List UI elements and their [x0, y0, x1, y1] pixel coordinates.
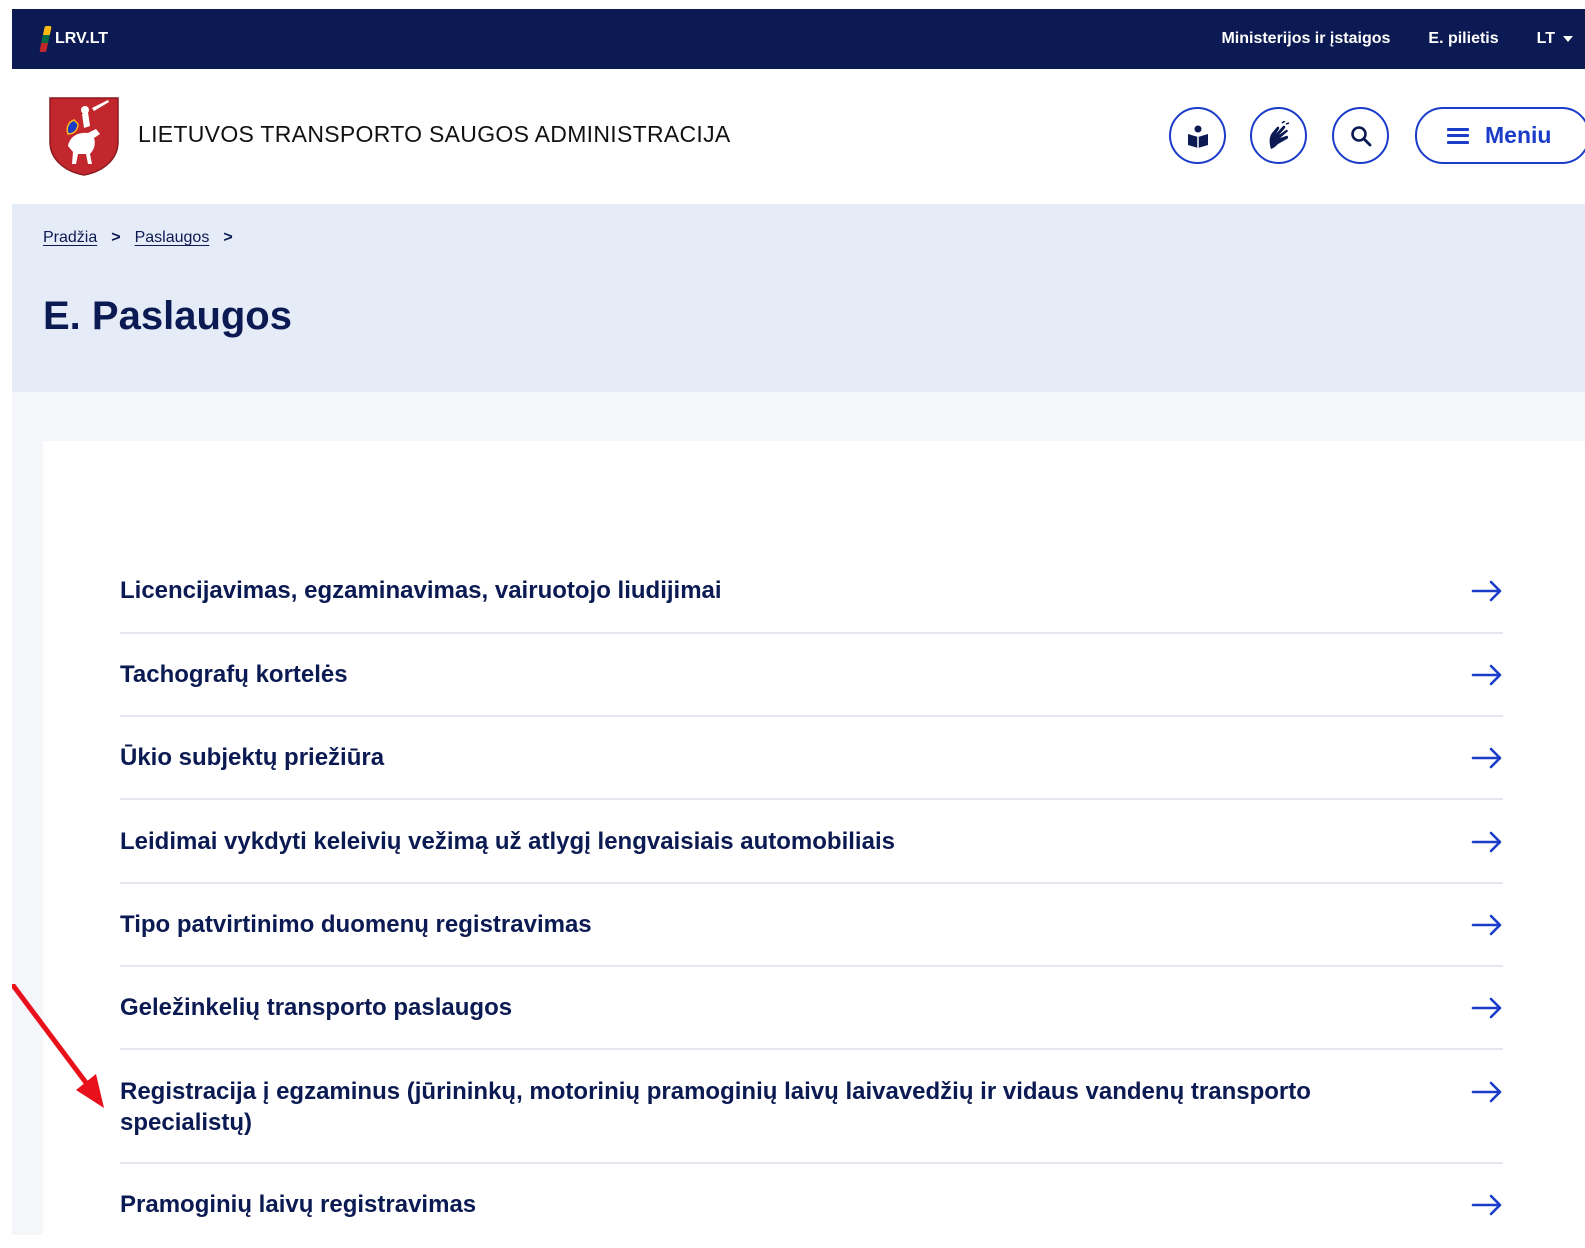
easy-read-icon — [1187, 125, 1208, 148]
list-item-label: Leidimai vykdyti keleivių vežimą už atly… — [120, 828, 895, 855]
list-item-passenger-permits[interactable]: Leidimai vykdyti keleivių vežimą už atly… — [120, 800, 1503, 884]
coat-of-arms-logo[interactable] — [48, 96, 120, 176]
list-item-licensing[interactable]: Licencijavimas, egzaminavimas, vairuotoj… — [120, 550, 1503, 634]
list-item-label: Geležinkelių transporto paslaugos — [120, 994, 513, 1021]
top-bar: LRV.LT Ministerijos ir įstaigos E. pilie… — [12, 9, 1585, 69]
list-item-label: Licencijavimas, egzaminavimas, vairuotoj… — [120, 577, 722, 604]
language-selector[interactable]: LT — [1537, 30, 1573, 48]
easy-read-button[interactable] — [1169, 107, 1226, 164]
arrow-right-icon — [1471, 1081, 1502, 1103]
arrow-right-icon — [1471, 664, 1502, 686]
breadcrumb-services-link[interactable]: Paslaugos — [135, 229, 210, 247]
chevron-right-icon: > — [111, 229, 121, 246]
sign-language-button[interactable] — [1250, 107, 1307, 164]
hamburger-icon — [1447, 127, 1469, 144]
caret-down-icon — [1563, 36, 1573, 42]
list-item-label: Tipo patvirtinimo duomenų registravimas — [120, 911, 592, 938]
list-item-label: Tachografų kortelės — [120, 661, 348, 688]
chevron-right-icon: > — [223, 229, 233, 246]
arrow-right-icon — [1471, 997, 1502, 1019]
arrow-right-icon — [1471, 1194, 1502, 1216]
breadcrumb: Pradžia > Paslaugos > — [43, 229, 233, 247]
lithuanian-flag-icon — [39, 26, 52, 52]
browser-viewport: LRV.LT Ministerijos ir įstaigos E. pilie… — [12, 9, 1585, 1235]
arrow-right-icon — [1471, 831, 1502, 853]
arrow-right-icon — [1471, 914, 1502, 936]
search-button[interactable] — [1332, 107, 1389, 164]
lrv-portal-link[interactable]: LRV.LT — [39, 25, 109, 53]
list-item-label: Registracija į egzaminus (jūrininkų, mot… — [120, 1078, 1311, 1136]
list-item-type-approval[interactable]: Tipo patvirtinimo duomenų registravimas — [120, 884, 1503, 967]
organization-name: LIETUVOS TRANSPORTO SAUGOS ADMINISTRACIJ… — [138, 121, 731, 147]
services-list: Licencijavimas, egzaminavimas, vairuotoj… — [120, 550, 1503, 1235]
breadcrumb-home-link[interactable]: Pradžia — [43, 229, 97, 247]
annotation-arrow-icon — [12, 984, 104, 1108]
arrow-right-icon — [1471, 580, 1502, 602]
page-title: E. Paslaugos — [43, 294, 292, 338]
list-item-boat-registration[interactable]: Pramoginių laivų registravimas — [120, 1164, 1503, 1235]
list-item-supervision[interactable]: Ūkio subjektų priežiūra — [120, 717, 1503, 800]
list-item-exam-registration[interactable]: Registracija į egzaminus (jūrininkų, mot… — [120, 1050, 1503, 1164]
arrow-right-icon — [1471, 747, 1502, 769]
language-label: LT — [1536, 30, 1555, 47]
list-item-label: Pramoginių laivų registravimas — [120, 1191, 477, 1218]
ministries-link[interactable]: Ministerijos ir įstaigos — [1221, 30, 1390, 48]
menu-button[interactable]: Meniu — [1415, 107, 1585, 164]
search-icon — [1350, 125, 1371, 146]
sign-language-icon — [1269, 120, 1289, 149]
page-hero: Pradžia > Paslaugos > E. Paslaugos — [12, 204, 1585, 392]
e-citizen-link[interactable]: E. pilietis — [1428, 30, 1498, 48]
services-card: Licencijavimas, egzaminavimas, vairuotoj… — [43, 441, 1585, 1235]
menu-label: Meniu — [1485, 122, 1552, 148]
lrv-portal-label: LRV.LT — [55, 30, 109, 47]
list-item-tachograph[interactable]: Tachografų kortelės — [120, 634, 1503, 717]
site-header: LIETUVOS TRANSPORTO SAUGOS ADMINISTRACIJ… — [12, 69, 1585, 204]
list-item-railway[interactable]: Geležinkelių transporto paslaugos — [120, 967, 1503, 1050]
top-links: Ministerijos ir įstaigos E. pilietis LT — [1221, 9, 1573, 69]
list-item-label: Ūkio subjektų priežiūra — [120, 744, 385, 771]
